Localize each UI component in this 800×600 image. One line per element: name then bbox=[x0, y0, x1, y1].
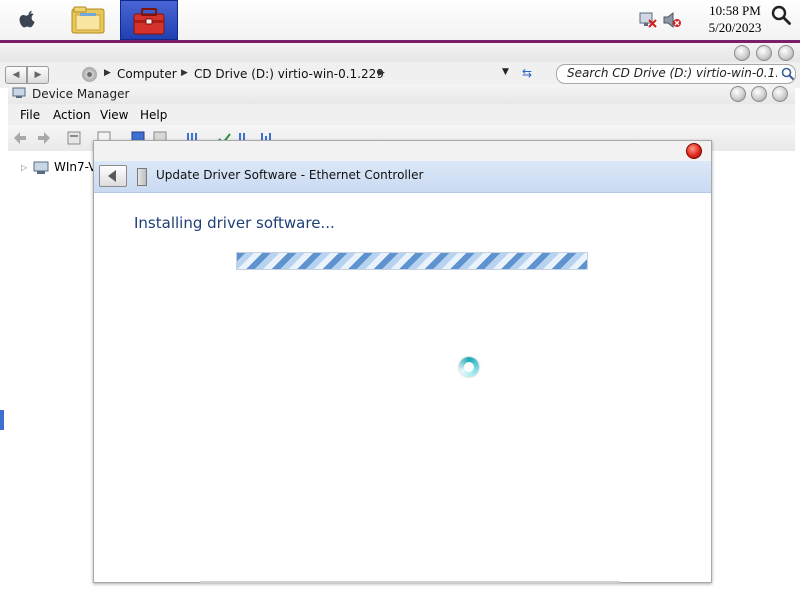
install-progress-bar bbox=[236, 252, 588, 270]
breadcrumb-separator[interactable]: ▶ bbox=[104, 68, 111, 78]
dialog-back-button[interactable] bbox=[99, 165, 127, 187]
back-arrow-icon[interactable] bbox=[12, 130, 28, 146]
explorer-minimize-button[interactable] bbox=[734, 45, 750, 61]
clock-date[interactable]: 5/20/2023 bbox=[700, 20, 770, 36]
computer-icon bbox=[33, 161, 49, 175]
menu-file[interactable]: File bbox=[20, 108, 40, 122]
update-driver-dialog: Update Driver Software - Ethernet Contro… bbox=[93, 140, 712, 583]
progress-fill bbox=[237, 253, 587, 269]
search-icon[interactable] bbox=[770, 4, 792, 26]
tree-root-computer[interactable]: WIn7-V bbox=[54, 160, 96, 174]
window-divider bbox=[200, 581, 620, 583]
address-dropdown-icon[interactable]: ▼ bbox=[502, 67, 509, 77]
search-box[interactable]: Search CD Drive (D:) virtio-win-0.1.229 bbox=[556, 64, 796, 84]
forward-button[interactable]: ▶ bbox=[27, 66, 49, 84]
breadcrumb-cd-drive[interactable]: CD Drive (D:) virtio-win-0.1.229 bbox=[194, 67, 384, 81]
breadcrumb-separator[interactable]: ▶ bbox=[181, 68, 188, 78]
menu-bar: File Action View Help bbox=[8, 104, 795, 125]
install-status-heading: Installing driver software... bbox=[134, 214, 335, 232]
clock-time[interactable]: 10:58 PM bbox=[700, 3, 770, 19]
back-button[interactable]: ◀ bbox=[5, 66, 27, 84]
refresh-icon[interactable]: ⇆ bbox=[522, 66, 532, 80]
search-icon[interactable] bbox=[781, 67, 795, 81]
apple-icon[interactable] bbox=[14, 6, 42, 34]
cd-drive-icon bbox=[82, 67, 97, 82]
toolbox-icon[interactable] bbox=[120, 0, 178, 40]
breadcrumb-computer[interactable]: Computer bbox=[117, 67, 177, 81]
dm-minimize-button[interactable] bbox=[730, 86, 746, 102]
dm-close-button[interactable] bbox=[772, 86, 788, 102]
network-disconnected-icon[interactable] bbox=[638, 11, 658, 29]
breadcrumb-separator[interactable]: ▶ bbox=[378, 68, 385, 78]
volume-muted-icon[interactable] bbox=[662, 11, 682, 29]
back-arrow-icon bbox=[108, 170, 116, 182]
dialog-close-button[interactable] bbox=[686, 143, 702, 159]
menu-action[interactable]: Action bbox=[53, 108, 91, 122]
busy-spinner-icon bbox=[459, 357, 479, 377]
network-adapter-icon bbox=[137, 168, 147, 186]
menu-help[interactable]: Help bbox=[140, 108, 167, 122]
dialog-topbar bbox=[94, 141, 711, 161]
address-bar[interactable]: ▶ Computer ▶ CD Drive (D:) virtio-win-0.… bbox=[78, 65, 538, 85]
dialog-header: Update Driver Software - Ethernet Contro… bbox=[94, 161, 711, 193]
file-explorer-icon[interactable] bbox=[62, 0, 114, 40]
explorer-maximize-button[interactable] bbox=[756, 45, 772, 61]
left-edge-accent bbox=[0, 410, 4, 430]
taskbar: 10:58 PM 5/20/2023 bbox=[0, 0, 800, 40]
device-manager-icon bbox=[12, 87, 26, 99]
window-title: Device Manager bbox=[32, 87, 130, 101]
dm-maximize-button[interactable] bbox=[751, 86, 767, 102]
search-input[interactable]: Search CD Drive (D:) virtio-win-0.1.229 bbox=[567, 66, 777, 80]
forward-arrow-icon[interactable] bbox=[36, 130, 52, 146]
device-manager-titlebar: Device Manager bbox=[8, 84, 795, 104]
properties-icon[interactable] bbox=[66, 130, 82, 146]
dialog-title: Update Driver Software - Ethernet Contro… bbox=[156, 168, 424, 182]
explorer-close-button[interactable] bbox=[778, 45, 794, 61]
expand-chevron-icon[interactable]: ▷ bbox=[21, 163, 27, 172]
menu-view[interactable]: View bbox=[100, 108, 128, 122]
